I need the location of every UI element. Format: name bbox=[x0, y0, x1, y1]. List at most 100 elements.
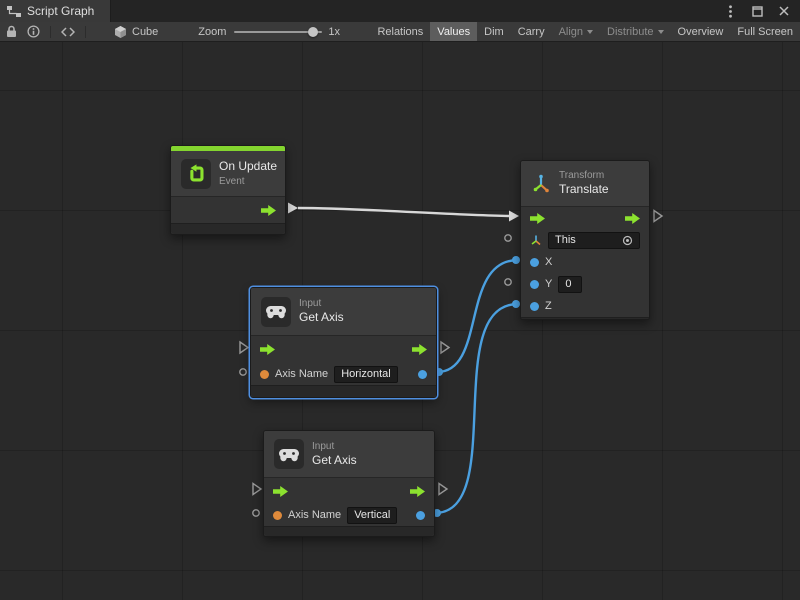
wire-onupdate-to-translate[interactable] bbox=[298, 208, 509, 216]
dim-button[interactable]: Dim bbox=[477, 22, 511, 41]
flow-port-triangle-getaxis1-in[interactable] bbox=[240, 342, 248, 353]
flow-port-triangle-getaxis2-in[interactable] bbox=[253, 484, 261, 495]
button-label: Distribute bbox=[607, 26, 653, 38]
axis-name-port-row: Axis Name Vertical bbox=[264, 504, 434, 526]
flow-input-port[interactable] bbox=[273, 486, 288, 497]
button-label: Align bbox=[559, 26, 583, 38]
node-title: Translate bbox=[559, 182, 609, 198]
axis-name-label: Axis Name bbox=[275, 368, 328, 380]
on-update-icon bbox=[181, 159, 211, 189]
button-label: Dim bbox=[484, 26, 504, 38]
tab-script-graph[interactable]: Script Graph bbox=[0, 0, 111, 22]
transform-gizmo-icon bbox=[531, 174, 551, 194]
node-subtitle: Transform bbox=[559, 169, 609, 182]
node-get-axis-horizontal[interactable]: Input Get Axis Axis Name Horizontal bbox=[250, 287, 437, 398]
node-transform-translate[interactable]: Transform Translate This bbox=[520, 160, 650, 320]
carry-button[interactable]: Carry bbox=[511, 22, 552, 41]
flow-output-port[interactable] bbox=[261, 205, 276, 216]
maximize-icon[interactable] bbox=[750, 4, 764, 18]
flow-port-row bbox=[251, 336, 436, 363]
axis-name-input-port[interactable] bbox=[273, 511, 282, 520]
this-object-field[interactable]: This bbox=[548, 232, 640, 249]
button-label: Carry bbox=[518, 26, 545, 38]
node-title: On Update bbox=[219, 159, 277, 175]
graph-canvas[interactable]: On Update Event Transform Translate bbox=[0, 42, 800, 600]
button-label: Relations bbox=[377, 26, 423, 38]
toolbar-separator bbox=[50, 26, 51, 38]
target-picker-icon[interactable] bbox=[622, 235, 633, 246]
zoom-slider-knob[interactable] bbox=[308, 27, 318, 37]
node-header: On Update Event bbox=[171, 151, 285, 197]
x-port-row: X bbox=[521, 251, 649, 273]
window-controls bbox=[723, 0, 800, 22]
toolbar-separator bbox=[85, 26, 86, 38]
target-object-button[interactable]: Cube bbox=[114, 25, 158, 39]
code-icon[interactable] bbox=[61, 27, 75, 37]
close-icon[interactable] bbox=[777, 4, 791, 18]
graph-toolbar: Cube Zoom 1x Relations Values Dim Carry … bbox=[0, 22, 800, 42]
flow-connection-arrow-in[interactable] bbox=[509, 211, 519, 222]
flow-port-triangle-translate-out[interactable] bbox=[654, 211, 662, 222]
axis-name-field[interactable]: Vertical bbox=[347, 507, 397, 524]
flow-port-triangle-getaxis1-out[interactable] bbox=[441, 342, 449, 353]
value-port-circle-getaxis1[interactable] bbox=[240, 369, 246, 375]
toolbar-buttons: Relations Values Dim Carry Align Distrib… bbox=[370, 22, 800, 41]
result-output-port[interactable] bbox=[418, 370, 427, 379]
flow-output-port[interactable] bbox=[412, 344, 427, 355]
flow-input-port[interactable] bbox=[530, 213, 545, 224]
chevron-down-icon bbox=[587, 30, 593, 34]
overview-button[interactable]: Overview bbox=[671, 22, 731, 41]
flow-port-row bbox=[171, 197, 285, 223]
node-subtitle: Event bbox=[219, 175, 277, 188]
value-port-circle-y[interactable] bbox=[505, 279, 511, 285]
x-input-port[interactable] bbox=[530, 258, 539, 267]
wire-vertical-to-z[interactable] bbox=[435, 304, 518, 513]
flow-connection-arrow-out[interactable] bbox=[288, 203, 298, 214]
gamepad-icon bbox=[274, 439, 304, 469]
chevron-down-icon bbox=[658, 30, 664, 34]
flow-input-port[interactable] bbox=[260, 344, 275, 355]
flow-port-triangle-getaxis2-out[interactable] bbox=[439, 484, 447, 495]
z-port-row: Z bbox=[521, 295, 649, 317]
result-output-port[interactable] bbox=[416, 511, 425, 520]
axis-name-input-port[interactable] bbox=[260, 370, 269, 379]
y-input-port[interactable] bbox=[530, 280, 539, 289]
unity-script-graph-window: Script Graph bbox=[0, 0, 800, 600]
target-object-label: Cube bbox=[132, 26, 158, 38]
full-screen-button[interactable]: Full Screen bbox=[730, 22, 800, 41]
node-get-axis-vertical[interactable]: Input Get Axis Axis Name Vertical bbox=[263, 430, 435, 537]
node-footer bbox=[521, 317, 649, 319]
lock-icon[interactable] bbox=[6, 25, 17, 38]
flow-output-port[interactable] bbox=[625, 213, 640, 224]
axis-name-label: Axis Name bbox=[288, 509, 341, 521]
flow-output-port[interactable] bbox=[410, 486, 425, 497]
cube-icon bbox=[114, 25, 127, 39]
this-object-value: This bbox=[555, 234, 576, 247]
value-port-circle-this[interactable] bbox=[505, 235, 511, 241]
y-value-field[interactable]: 0 bbox=[558, 276, 582, 293]
node-title: Get Axis bbox=[312, 453, 357, 469]
node-footer bbox=[251, 385, 436, 397]
kebab-menu-icon[interactable] bbox=[723, 4, 737, 18]
value-port-circle-getaxis2[interactable] bbox=[253, 510, 259, 516]
info-icon[interactable] bbox=[27, 25, 40, 38]
align-dropdown-button[interactable]: Align bbox=[552, 22, 600, 41]
node-subtitle: Input bbox=[312, 440, 357, 453]
y-port-row: Y 0 bbox=[521, 273, 649, 295]
this-port-row: This bbox=[521, 229, 649, 251]
node-header: Input Get Axis bbox=[251, 288, 436, 336]
zoom-slider[interactable] bbox=[234, 26, 322, 38]
zoom-label: Zoom bbox=[198, 26, 226, 38]
relations-button[interactable]: Relations bbox=[370, 22, 430, 41]
flow-port-row bbox=[264, 478, 434, 504]
z-input-port[interactable] bbox=[530, 302, 539, 311]
node-on-update-event[interactable]: On Update Event bbox=[170, 145, 286, 235]
flow-port-row bbox=[521, 207, 649, 229]
values-button[interactable]: Values bbox=[430, 22, 477, 41]
axis-name-field[interactable]: Horizontal bbox=[334, 366, 398, 383]
button-label: Full Screen bbox=[737, 26, 793, 38]
node-title: Get Axis bbox=[299, 310, 344, 326]
wire-endpoint-dot bbox=[512, 300, 520, 308]
node-subtitle: Input bbox=[299, 297, 344, 310]
distribute-dropdown-button[interactable]: Distribute bbox=[600, 22, 670, 41]
